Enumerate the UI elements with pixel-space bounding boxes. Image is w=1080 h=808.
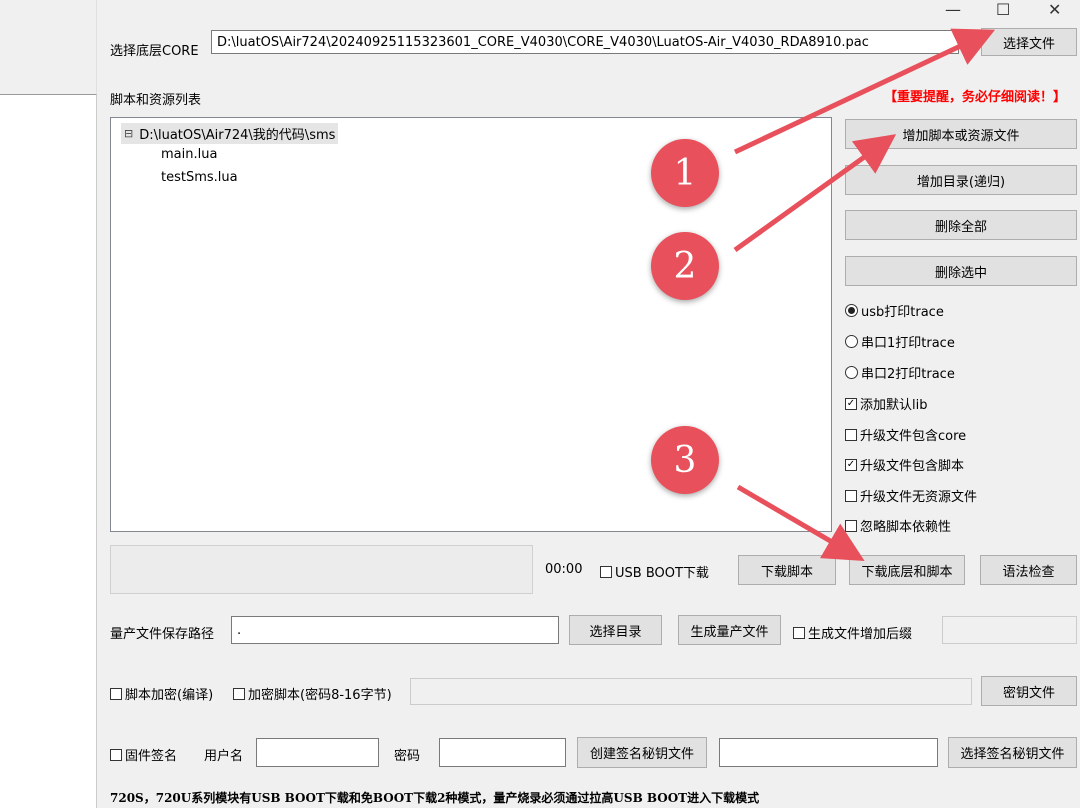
annotation-arrows	[733, 28, 996, 562]
annotation-2: 2	[651, 232, 719, 300]
annotation-3: 3	[651, 426, 719, 494]
annotation-1: 1	[651, 139, 719, 207]
arrow-2	[733, 134, 897, 253]
arrow-3	[736, 484, 865, 562]
arrow-1	[733, 28, 996, 155]
